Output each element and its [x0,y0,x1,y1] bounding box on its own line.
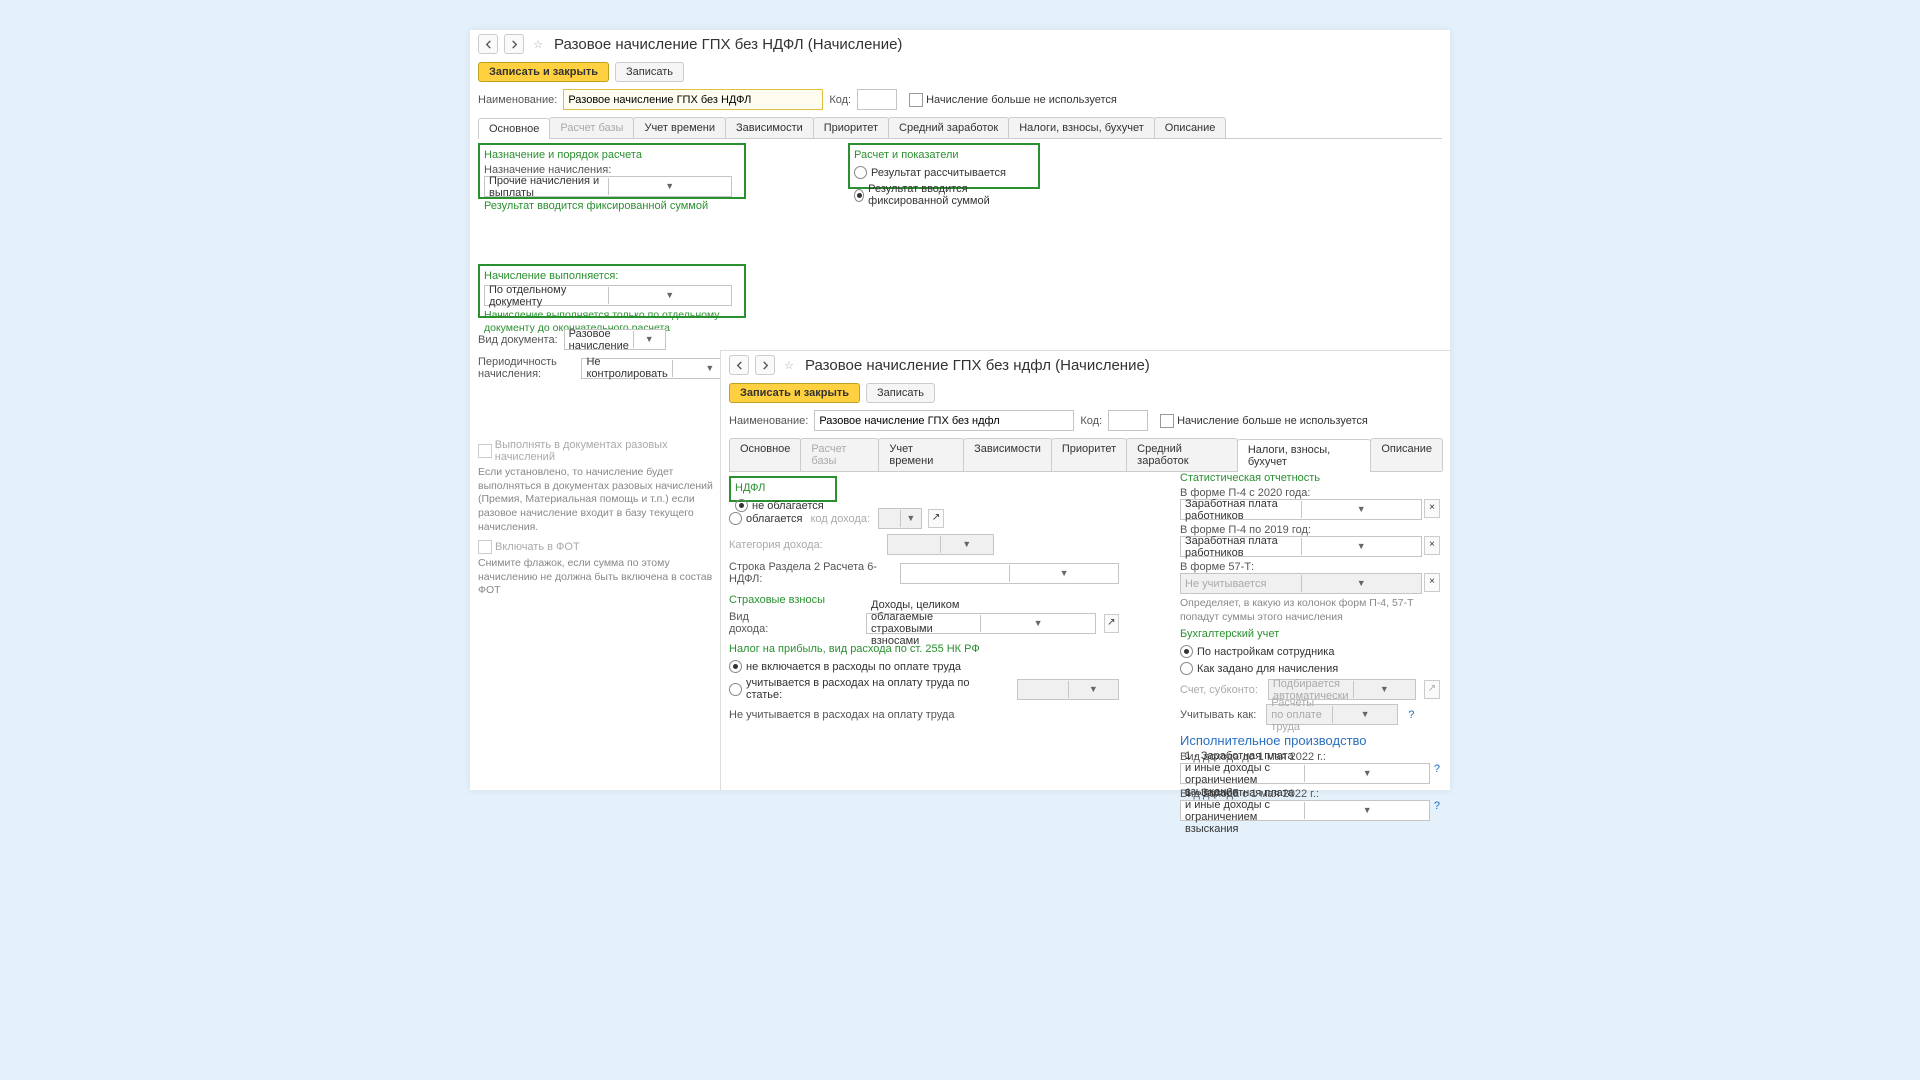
cb-onetime [478,444,492,458]
tab-tax[interactable]: Налоги, взносы, бухучет [1008,117,1155,138]
tab-deps[interactable]: Зависимости [725,117,814,138]
tab2-main[interactable]: Основное [729,438,801,471]
tab-basis[interactable]: Расчет базы [549,117,634,138]
tab-priority[interactable]: Приоритет [813,117,889,138]
window-title: Разовое начисление ГПХ без НДФЛ (Начисле… [554,36,902,53]
radio-tax-no[interactable]: не включается в расходы по оплате труда [729,658,1119,675]
unused-label-2: Начисление больше не используется [1177,415,1368,427]
exec-heading: Исполнительное производство [1180,733,1440,748]
tax-note: Не учитывается в расходах на оплату труд… [729,709,1119,721]
t57-clear[interactable]: × [1424,573,1440,592]
stat-heading: Статистическая отчетность [1180,472,1440,484]
radio-fixed[interactable]: Результат вводится фиксированной суммой [854,181,1034,209]
ndfl-code: ▼ [878,508,922,529]
cat-select: ▼ [887,534,994,555]
cat-label: Категория дохода: [729,539,823,551]
exec-after-select[interactable]: 1 - Заработная плата и иные доходы с огр… [1180,800,1430,821]
fwd-button-2[interactable] [755,355,775,375]
acc-link[interactable]: ↗ [1424,680,1440,699]
tab2-desc[interactable]: Описание [1370,438,1443,471]
save-button[interactable]: Записать [615,62,684,82]
help-icon-2[interactable]: ? [1434,763,1440,784]
doc-label: Вид документа: [478,334,558,346]
fwd-button[interactable] [504,34,524,54]
name-label-2: Наименование: [729,415,808,427]
tab2-deps[interactable]: Зависимости [963,438,1052,471]
radio-ndfl-no[interactable]: не облагается [735,497,831,514]
tab2-time[interactable]: Учет времени [878,438,964,471]
tab2-tax[interactable]: Налоги, взносы, бухучет [1237,439,1372,472]
code-label: Код: [829,94,851,106]
cb-fot-label: Включать в ФОТ [495,541,580,553]
tab-desc[interactable]: Описание [1154,117,1227,138]
help-icon-3[interactable]: ? [1434,800,1440,821]
unused-label: Начисление больше не используется [926,94,1117,106]
radio-calc[interactable]: Результат рассчитывается [854,164,1034,181]
ndfl-code-link[interactable]: ↗ [928,509,944,528]
p4-2020-clear[interactable]: × [1424,499,1440,518]
sec-label: Строка Раздела 2 Расчета 6-НДФЛ: [729,561,890,585]
acct-select: Расчеты по оплате труда▼ [1266,704,1398,725]
doc-select[interactable]: Разовое начисление▼ [564,329,666,350]
star-icon-2: ☆ [781,357,797,373]
name-label: Наименование: [478,94,557,106]
t57-label: В форме 57-Т: [1180,561,1440,573]
note-onetime: Если установлено, то начисление будет вы… [478,466,726,534]
name-input-2[interactable] [814,410,1074,431]
acct-label: Учитывать как: [1180,709,1256,721]
tab2-basis[interactable]: Расчет базы [800,438,879,471]
back-button[interactable] [478,34,498,54]
tax-article: ▼ [1017,679,1119,700]
save-close-button[interactable]: Записать и закрыть [478,62,609,82]
cb-fot [478,540,492,554]
window-title-2: Разовое начисление ГПХ без ндфл (Начисле… [805,357,1150,374]
exec-select[interactable]: По отдельному документу▼ [484,285,732,306]
tab2-avg[interactable]: Средний заработок [1126,438,1238,471]
per-label: Периодичность начисления: [478,356,575,380]
radio-tax-yes[interactable]: учитывается в расходах на оплату труда п… [729,675,1119,703]
ins-type-label: Вид дохода: [729,611,788,635]
star-icon: ☆ [530,36,546,52]
note-fot: Снимите флажок, если сумма по этому начи… [478,557,726,598]
code-input-2[interactable] [1108,410,1148,431]
calc-heading: Расчет и показатели [854,149,1034,161]
stat-note: Определяет, в какую из колонок форм П-4,… [1180,597,1440,624]
code-label-2: Код: [1080,415,1102,427]
purpose-select[interactable]: Прочие начисления и выплаты▼ [484,176,732,197]
purpose-heading: Назначение и порядок расчета [484,149,740,161]
p4-2020-select[interactable]: Заработная плата работников▼ [1180,499,1422,520]
t57-select: Не учитывается▼ [1180,573,1422,594]
tab2-priority[interactable]: Приоритет [1051,438,1127,471]
tab-time[interactable]: Учет времени [633,117,726,138]
unused-checkbox-2[interactable] [1160,414,1174,428]
exec-before-select[interactable]: 1 - Заработная плата и иные доходы с огр… [1180,763,1430,784]
code-input[interactable] [857,89,897,110]
radio-buch-emp[interactable]: По настройкам сотрудника [1180,643,1440,660]
name-input[interactable] [563,89,823,110]
tax-heading: Налог на прибыль, вид расхода по ст. 255… [729,643,1119,655]
tab-main[interactable]: Основное [478,118,550,139]
cb-onetime-label: Выполнять в документах разовых начислени… [495,439,726,463]
ndfl-heading: НДФЛ [735,482,831,494]
help-icon[interactable]: ? [1408,709,1414,721]
p4-2019-select[interactable]: Заработная плата работников▼ [1180,536,1422,557]
ins-link[interactable]: ↗ [1104,614,1119,633]
radio-buch-set[interactable]: Как задано для начисления [1180,660,1440,677]
tabs-w1: Основное Расчет базы Учет времени Зависи… [478,117,1442,139]
back-button-2[interactable] [729,355,749,375]
unused-checkbox[interactable] [909,93,923,107]
p4-2019-clear[interactable]: × [1424,536,1440,555]
save-button-2[interactable]: Записать [866,383,935,403]
tab-avg[interactable]: Средний заработок [888,117,1009,138]
tabs-w2: Основное Расчет базы Учет времени Зависи… [729,438,1442,472]
acc-label: Счет, субконто: [1180,684,1258,696]
sec-select[interactable]: ▼ [900,563,1119,584]
buch-heading: Бухгалтерский учет [1180,628,1440,640]
save-close-button-2[interactable]: Записать и закрыть [729,383,860,403]
exec-heading: Начисление выполняется: [484,270,740,282]
purpose-note: Результат вводится фиксированной суммой [484,200,740,212]
ins-type-select[interactable]: Доходы, целиком облагаемые страховыми вз… [866,613,1096,634]
